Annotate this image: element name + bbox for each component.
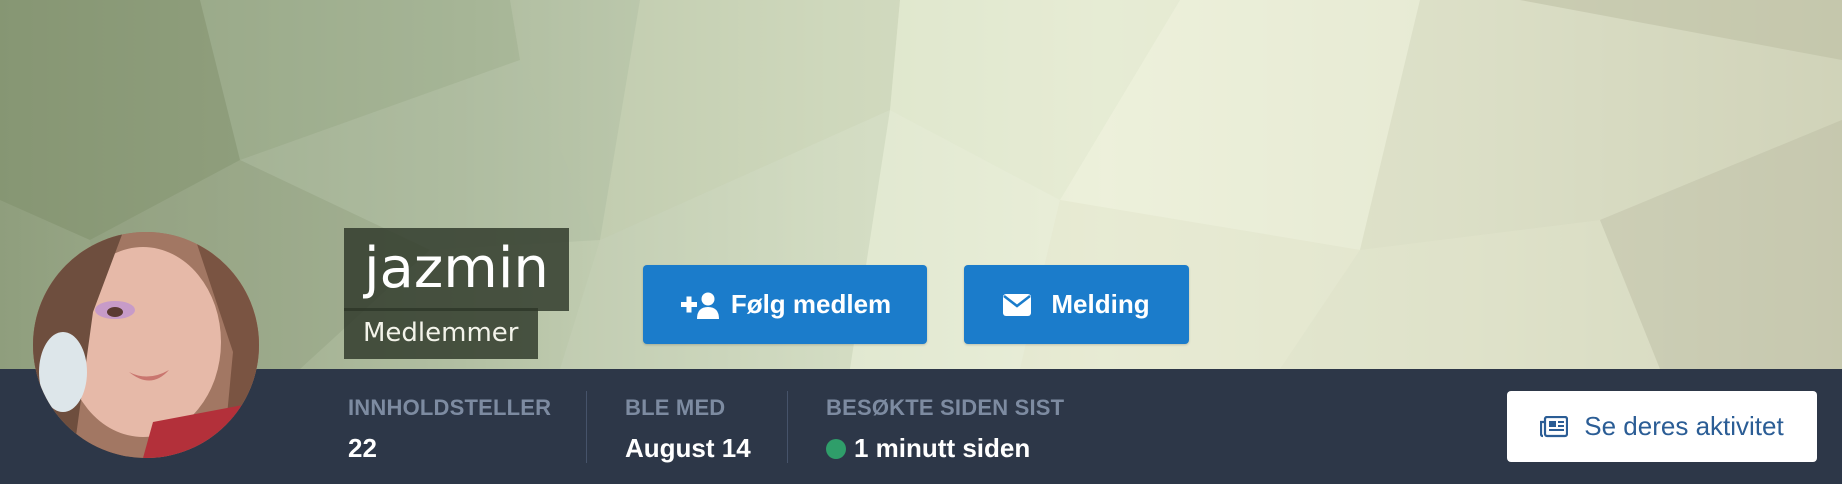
message-button[interactable]: Melding bbox=[964, 265, 1189, 344]
user-plus-icon bbox=[679, 291, 719, 319]
stat-value-row: 1 minutt siden bbox=[826, 433, 1064, 464]
newspaper-icon bbox=[1540, 415, 1569, 438]
view-activity-button[interactable]: Se deres aktivitet bbox=[1507, 391, 1817, 462]
profile-role: Medlemmer bbox=[344, 308, 538, 359]
avatar[interactable] bbox=[33, 232, 259, 458]
stat-divider bbox=[787, 391, 788, 463]
stat-value: 1 minutt siden bbox=[854, 433, 1031, 463]
profile-username: jazmin bbox=[344, 228, 569, 311]
stat-last-visited: BESØKTE SIDEN SIST 1 minutt siden bbox=[826, 395, 1064, 464]
profile-header: jazmin Medlemmer Følg medlem Melding INN… bbox=[0, 0, 1842, 484]
view-activity-label: Se deres aktivitet bbox=[1584, 411, 1784, 441]
envelope-icon bbox=[1003, 293, 1032, 316]
online-status-dot bbox=[826, 438, 846, 459]
stat-divider bbox=[586, 391, 587, 463]
stat-label: BESØKTE SIDEN SIST bbox=[826, 395, 1065, 420]
stat-joined: BLE MED August 14 bbox=[625, 395, 751, 464]
stat-label: BLE MED bbox=[625, 395, 726, 420]
avatar-photo bbox=[33, 232, 259, 458]
message-label: Melding bbox=[1051, 289, 1150, 319]
follow-member-label: Følg medlem bbox=[730, 289, 892, 319]
stat-label: INNHOLDSTELLER bbox=[348, 395, 552, 420]
stat-content-count: INNHOLDSTELLER 22 bbox=[348, 395, 551, 464]
stat-value: August 14 bbox=[625, 433, 751, 463]
stat-value: 22 bbox=[348, 433, 377, 463]
follow-member-button[interactable]: Følg medlem bbox=[643, 265, 927, 344]
